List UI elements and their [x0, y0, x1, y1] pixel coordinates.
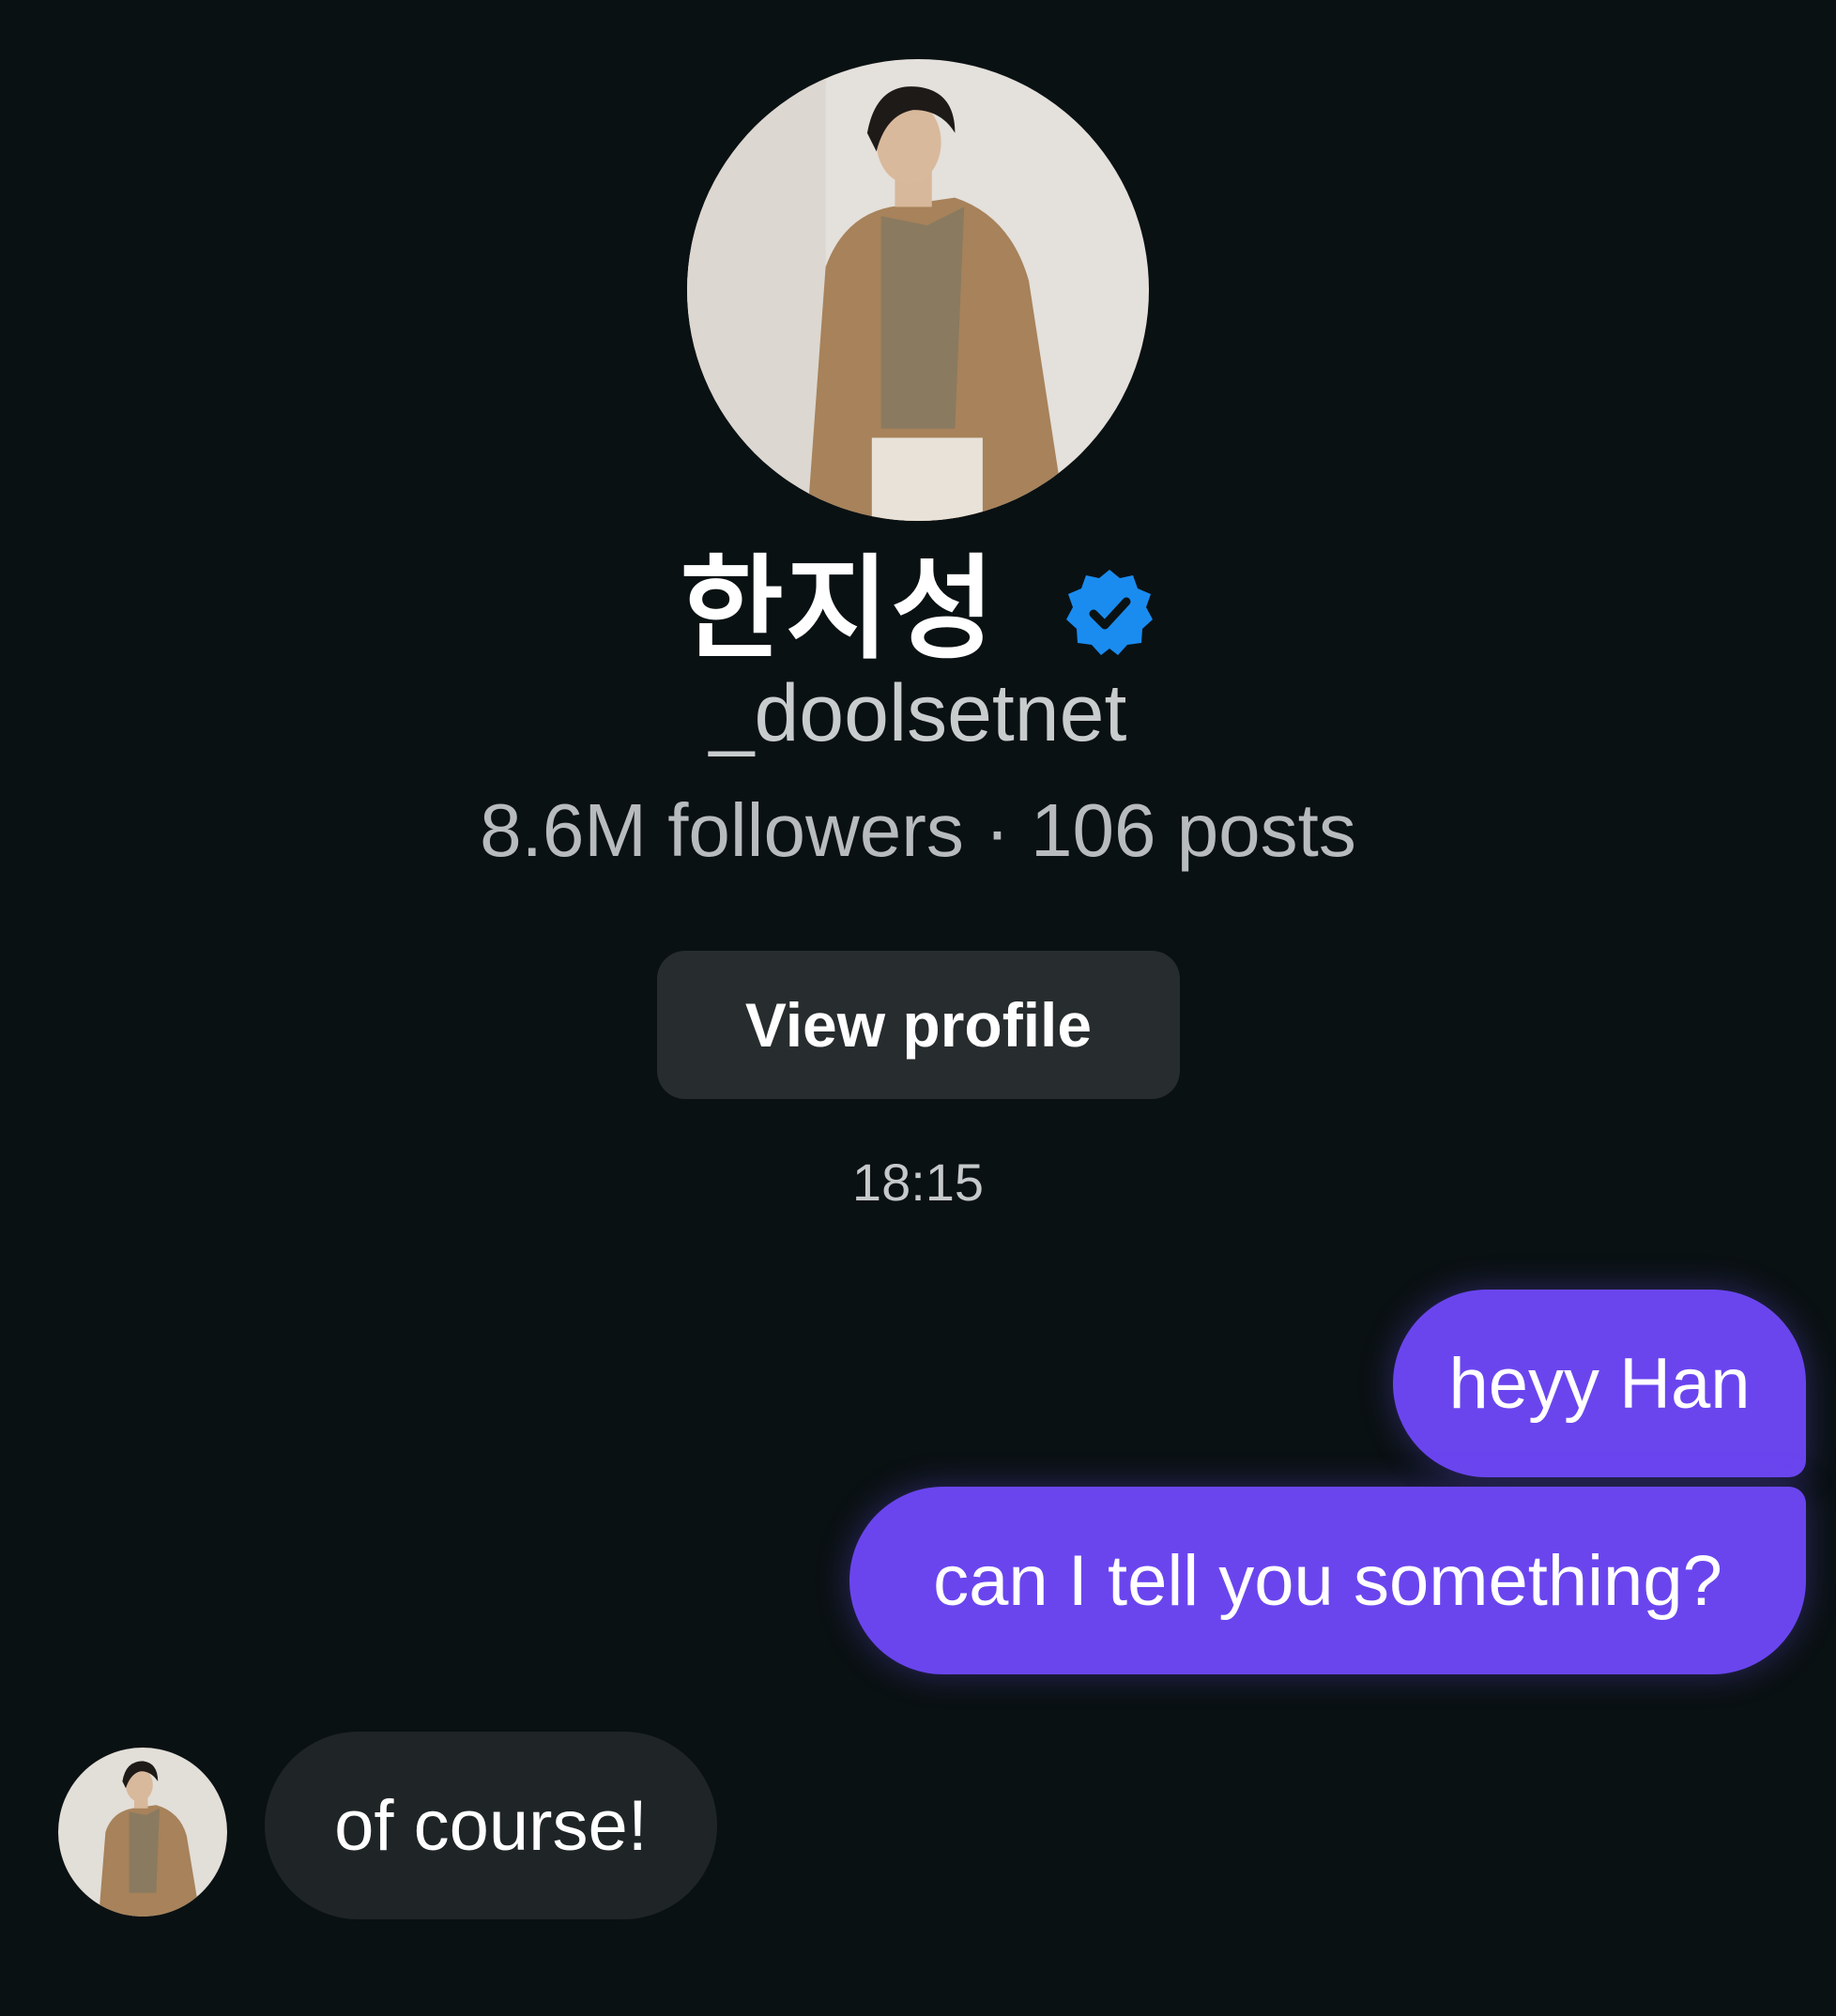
profile-name-row: 한지성: [0, 544, 1836, 676]
followers-count: 8.6M: [480, 788, 647, 872]
stats-separator: ·: [985, 788, 1010, 872]
followers-label: followers: [667, 788, 964, 872]
username: _doolsetnet: [709, 668, 1127, 758]
message-text: can I tell you something?: [933, 1540, 1722, 1621]
message-text: of course!: [334, 1785, 648, 1866]
profile-stats: 8.6M followers · 106 posts: [0, 793, 1836, 868]
posts-label: posts: [1176, 788, 1356, 872]
message-timestamp: 18:15: [851, 1153, 985, 1212]
verified-badge-icon: [1063, 566, 1156, 660]
outgoing-message-bubble[interactable]: heyy Han: [1393, 1290, 1806, 1477]
posts-count: 106: [1030, 788, 1156, 872]
profile-avatar[interactable]: [687, 59, 1149, 521]
message-text: heyy Han: [1448, 1343, 1751, 1424]
incoming-message-bubble[interactable]: of course!: [265, 1732, 717, 1919]
outgoing-message-bubble[interactable]: can I tell you something?: [849, 1487, 1806, 1674]
view-profile-button[interactable]: View profile: [657, 951, 1180, 1099]
display-name: 한지성: [680, 544, 997, 675]
sender-avatar[interactable]: [58, 1748, 227, 1917]
